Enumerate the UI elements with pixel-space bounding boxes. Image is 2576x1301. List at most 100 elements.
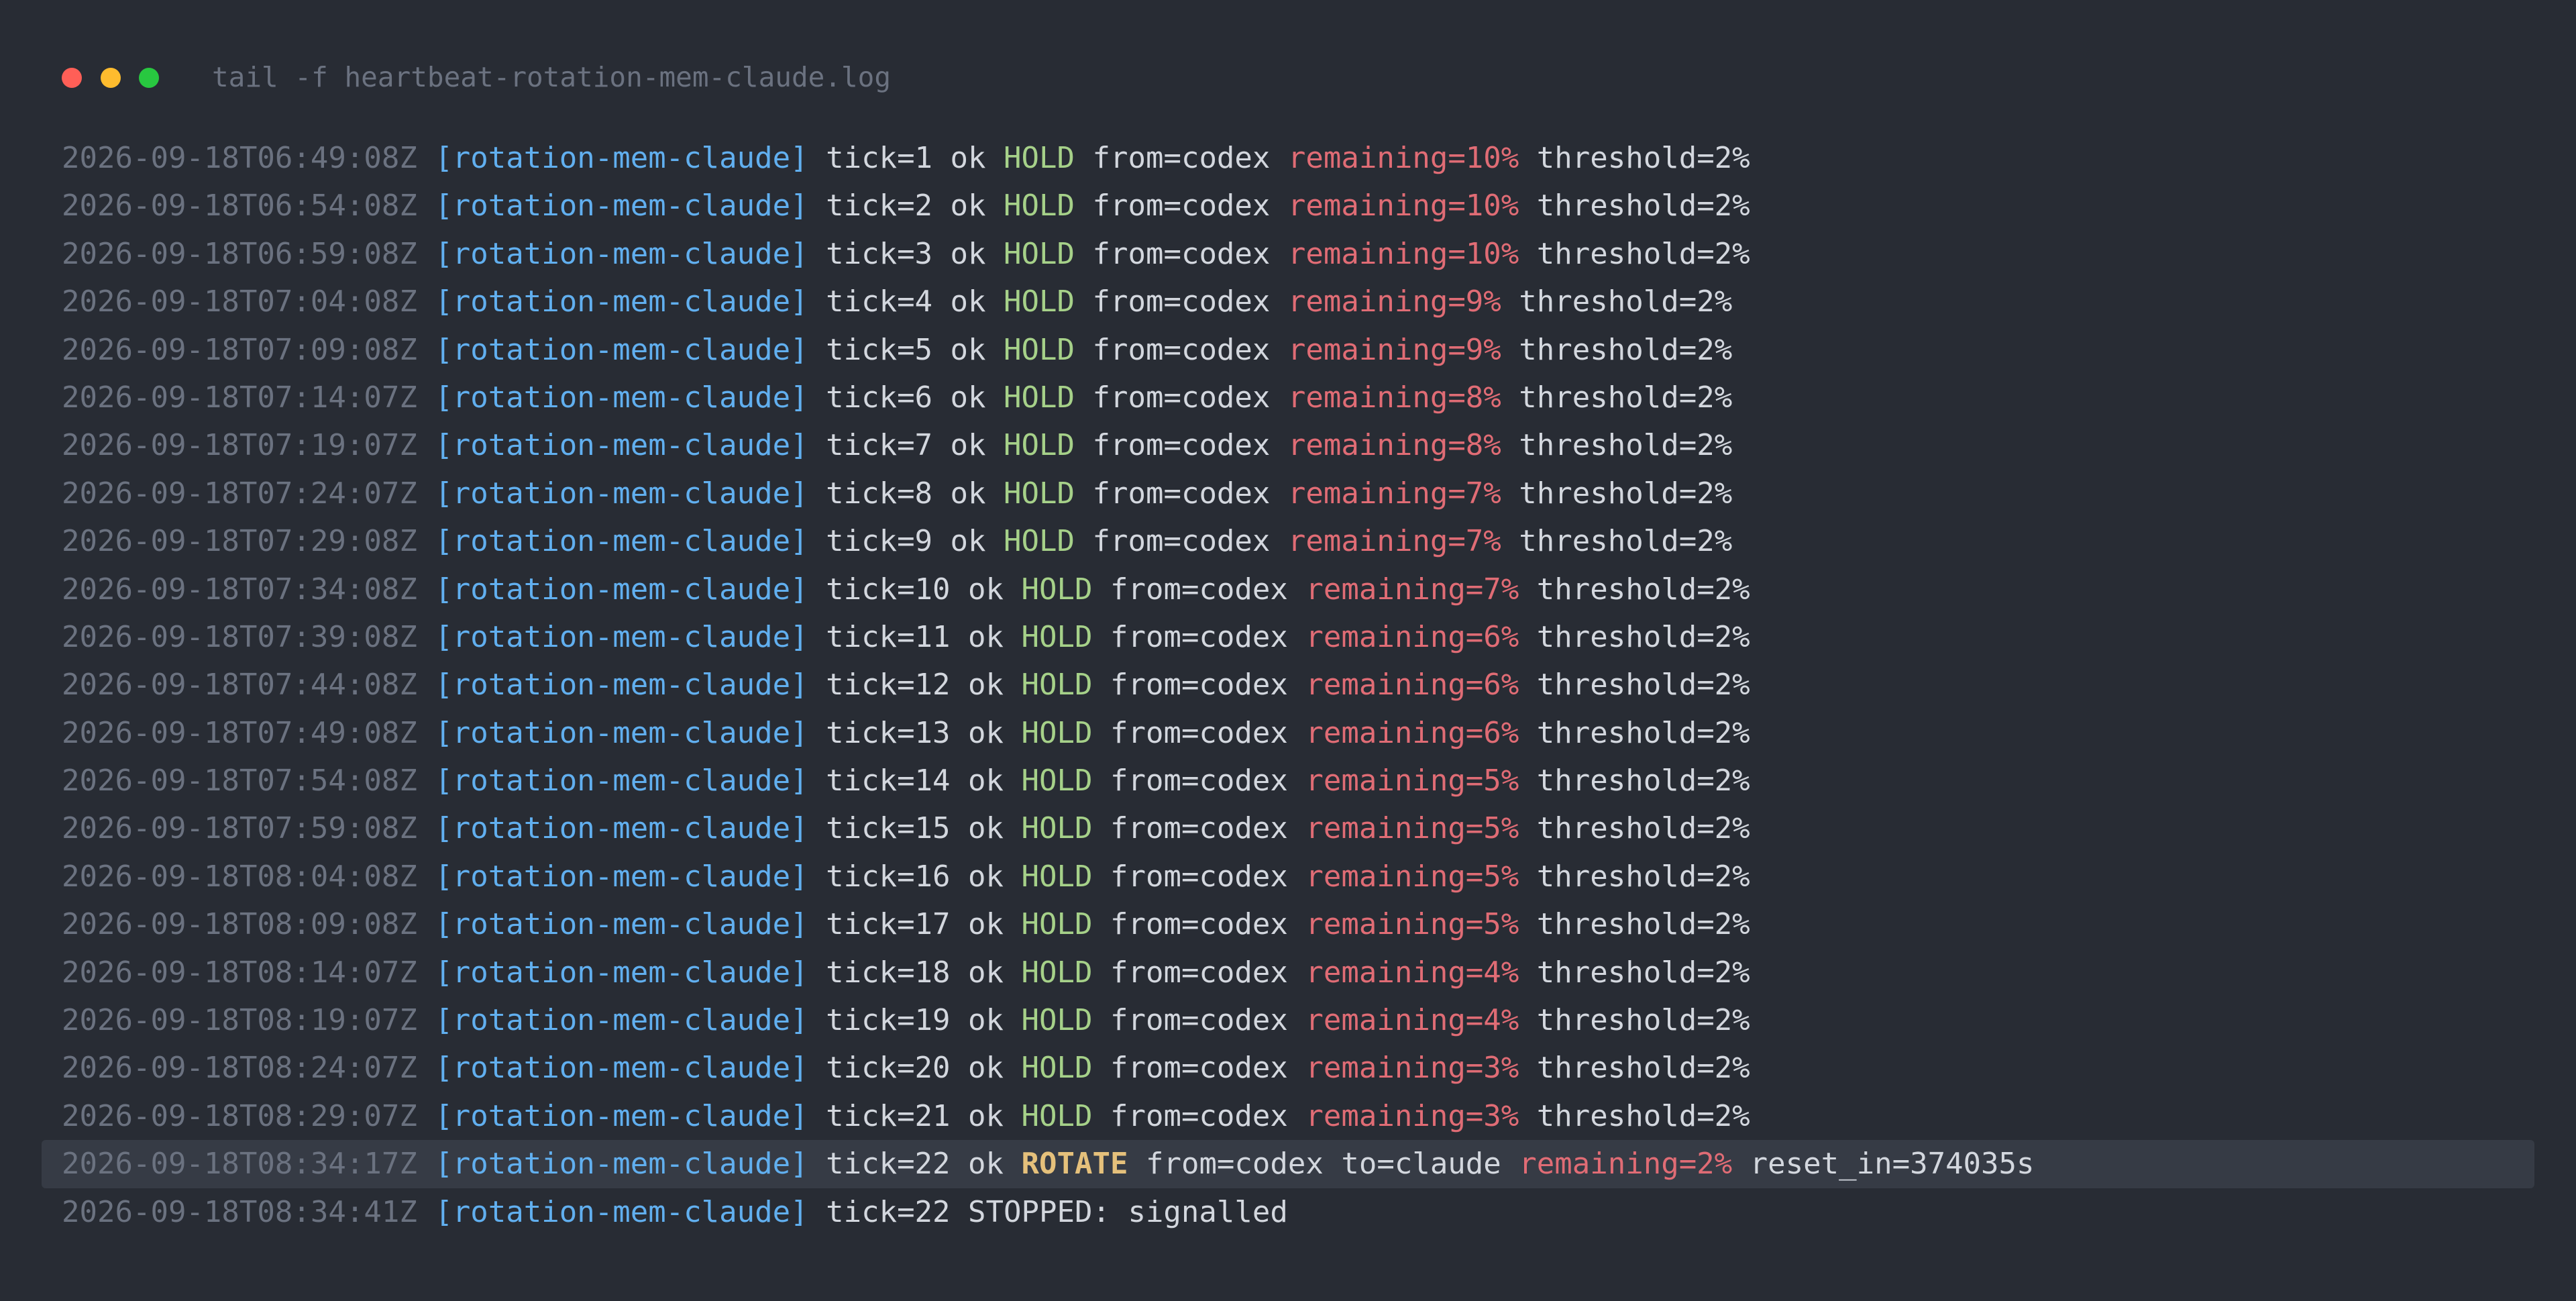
- log-detail: from=codex: [1110, 668, 1288, 702]
- log-action: HOLD: [1004, 476, 1075, 511]
- log-timestamp: 2026-09-18T07:04:08Z: [62, 284, 417, 319]
- log-source-tag: [rotation-mem-claude]: [435, 764, 808, 798]
- log-line: 2026-09-18T07:59:08Z [rotation-mem-claud…: [0, 804, 2576, 852]
- log-source-tag: [rotation-mem-claude]: [435, 524, 808, 559]
- log-message: tick=18 ok: [826, 955, 1004, 990]
- log-detail: from=codex: [1092, 284, 1271, 319]
- log-message: tick=14 ok: [826, 764, 1004, 798]
- log-timestamp: 2026-09-18T06:59:08Z: [62, 236, 417, 271]
- log-remaining: remaining=9%: [1287, 332, 1501, 367]
- log-source-tag: [rotation-mem-claude]: [435, 715, 808, 750]
- log-action: HOLD: [1021, 764, 1093, 798]
- log-timestamp: 2026-09-18T08:29:07Z: [62, 1098, 417, 1133]
- log-tail: threshold=2%: [1536, 955, 1750, 990]
- log-remaining: remaining=7%: [1287, 476, 1501, 511]
- log-action: HOLD: [1021, 572, 1093, 607]
- log-timestamp: 2026-09-18T08:14:07Z: [62, 955, 417, 990]
- log-tail: threshold=2%: [1536, 859, 1750, 894]
- log-line: 2026-09-18T07:44:08Z [rotation-mem-claud…: [0, 661, 2576, 709]
- log-detail: from=codex: [1110, 715, 1288, 750]
- log-remaining: remaining=8%: [1287, 380, 1501, 415]
- log-message: tick=21 ok: [826, 1098, 1004, 1133]
- log-action: HOLD: [1004, 524, 1075, 559]
- log-timestamp: 2026-09-18T08:24:07Z: [62, 1051, 417, 1086]
- log-source-tag: [rotation-mem-claude]: [435, 907, 808, 942]
- log-tail: threshold=2%: [1536, 141, 1750, 175]
- log-message: tick=12 ok: [826, 668, 1004, 702]
- log-line: 2026-09-18T07:09:08Z [rotation-mem-claud…: [0, 326, 2576, 374]
- log-timestamp: 2026-09-18T07:24:07Z: [62, 476, 417, 511]
- log-remaining: remaining=6%: [1305, 715, 1519, 750]
- log-remaining: remaining=6%: [1305, 668, 1519, 702]
- log-action: HOLD: [1021, 811, 1093, 846]
- log-detail: from=codex: [1092, 524, 1271, 559]
- log-message: tick=10 ok: [826, 572, 1004, 607]
- log-line: 2026-09-18T07:14:07Z [rotation-mem-claud…: [0, 374, 2576, 421]
- maximize-window-button[interactable]: [139, 68, 159, 88]
- log-timestamp: 2026-09-18T08:34:41Z: [62, 1194, 417, 1229]
- log-remaining: remaining=9%: [1287, 284, 1501, 319]
- log-remaining: remaining=5%: [1305, 859, 1519, 894]
- log-line: 2026-09-18T07:39:08Z [rotation-mem-claud…: [0, 613, 2576, 661]
- log-detail: from=codex: [1092, 236, 1271, 271]
- close-window-button[interactable]: [62, 68, 82, 88]
- window-titlebar: tail -f heartbeat-rotation-mem-claude.lo…: [0, 0, 2576, 154]
- log-tail: threshold=2%: [1519, 524, 1733, 559]
- log-action: HOLD: [1021, 955, 1093, 990]
- log-remaining: remaining=7%: [1305, 572, 1519, 607]
- log-action: HOLD: [1021, 859, 1093, 894]
- log-line: 2026-09-18T07:54:08Z [rotation-mem-claud…: [0, 757, 2576, 804]
- log-action: HOLD: [1021, 1003, 1093, 1038]
- log-line: 2026-09-18T07:19:07Z [rotation-mem-claud…: [0, 421, 2576, 469]
- log-action: HOLD: [1004, 189, 1075, 223]
- log-line: 2026-09-18T08:14:07Z [rotation-mem-claud…: [0, 949, 2576, 996]
- log-detail: from=codex: [1092, 332, 1271, 367]
- log-tail: threshold=2%: [1536, 189, 1750, 223]
- log-timestamp: 2026-09-18T07:49:08Z: [62, 715, 417, 750]
- log-timestamp: 2026-09-18T08:34:17Z: [62, 1147, 417, 1182]
- log-action: HOLD: [1004, 428, 1075, 463]
- log-source-tag: [rotation-mem-claude]: [435, 1194, 808, 1229]
- log-tail: threshold=2%: [1519, 284, 1733, 319]
- log-source-tag: [rotation-mem-claude]: [435, 1051, 808, 1086]
- log-detail: from=codex: [1110, 811, 1288, 846]
- log-source-tag: [rotation-mem-claude]: [435, 811, 808, 846]
- log-message: tick=9 ok: [826, 524, 986, 559]
- log-message: tick=8 ok: [826, 476, 986, 511]
- log-message: tick=1 ok: [826, 141, 986, 175]
- log-timestamp: 2026-09-18T07:29:08Z: [62, 524, 417, 559]
- log-remaining: remaining=10%: [1287, 189, 1519, 223]
- log-tail: threshold=2%: [1536, 764, 1750, 798]
- log-source-tag: [rotation-mem-claude]: [435, 236, 808, 271]
- log-detail: from=codex: [1110, 1051, 1288, 1086]
- log-tail: threshold=2%: [1536, 236, 1750, 271]
- log-output[interactable]: 2026-09-18T06:49:08Z [rotation-mem-claud…: [0, 134, 2576, 1236]
- log-detail: from=codex: [1110, 955, 1288, 990]
- log-source-tag: [rotation-mem-claude]: [435, 1147, 808, 1182]
- log-remaining: remaining=2%: [1519, 1147, 1733, 1182]
- log-action: HOLD: [1004, 141, 1075, 175]
- log-line: 2026-09-18T07:24:07Z [rotation-mem-claud…: [0, 470, 2576, 517]
- log-source-tag: [rotation-mem-claude]: [435, 189, 808, 223]
- log-detail: from=codex: [1110, 572, 1288, 607]
- log-tail: threshold=2%: [1519, 380, 1733, 415]
- log-remaining: remaining=6%: [1305, 619, 1519, 654]
- log-action: HOLD: [1021, 619, 1093, 654]
- log-source-tag: [rotation-mem-claude]: [435, 141, 808, 175]
- log-source-tag: [rotation-mem-claude]: [435, 476, 808, 511]
- log-timestamp: 2026-09-18T07:09:08Z: [62, 332, 417, 367]
- log-tail: reset_in=374035s: [1750, 1147, 2035, 1182]
- log-remaining: remaining=5%: [1305, 811, 1519, 846]
- log-line: 2026-09-18T07:34:08Z [rotation-mem-claud…: [0, 566, 2576, 613]
- log-source-tag: [rotation-mem-claude]: [435, 428, 808, 463]
- log-tail: threshold=2%: [1519, 428, 1733, 463]
- log-line: 2026-09-18T07:04:08Z [rotation-mem-claud…: [0, 278, 2576, 325]
- log-line: 2026-09-18T07:29:08Z [rotation-mem-claud…: [0, 517, 2576, 565]
- log-timestamp: 2026-09-18T07:19:07Z: [62, 428, 417, 463]
- log-remaining: remaining=3%: [1305, 1051, 1519, 1086]
- minimize-window-button[interactable]: [101, 68, 121, 88]
- log-message: tick=6 ok: [826, 380, 986, 415]
- log-remaining: remaining=4%: [1305, 1003, 1519, 1038]
- log-remaining: remaining=4%: [1305, 955, 1519, 990]
- log-detail: from=codex: [1092, 380, 1271, 415]
